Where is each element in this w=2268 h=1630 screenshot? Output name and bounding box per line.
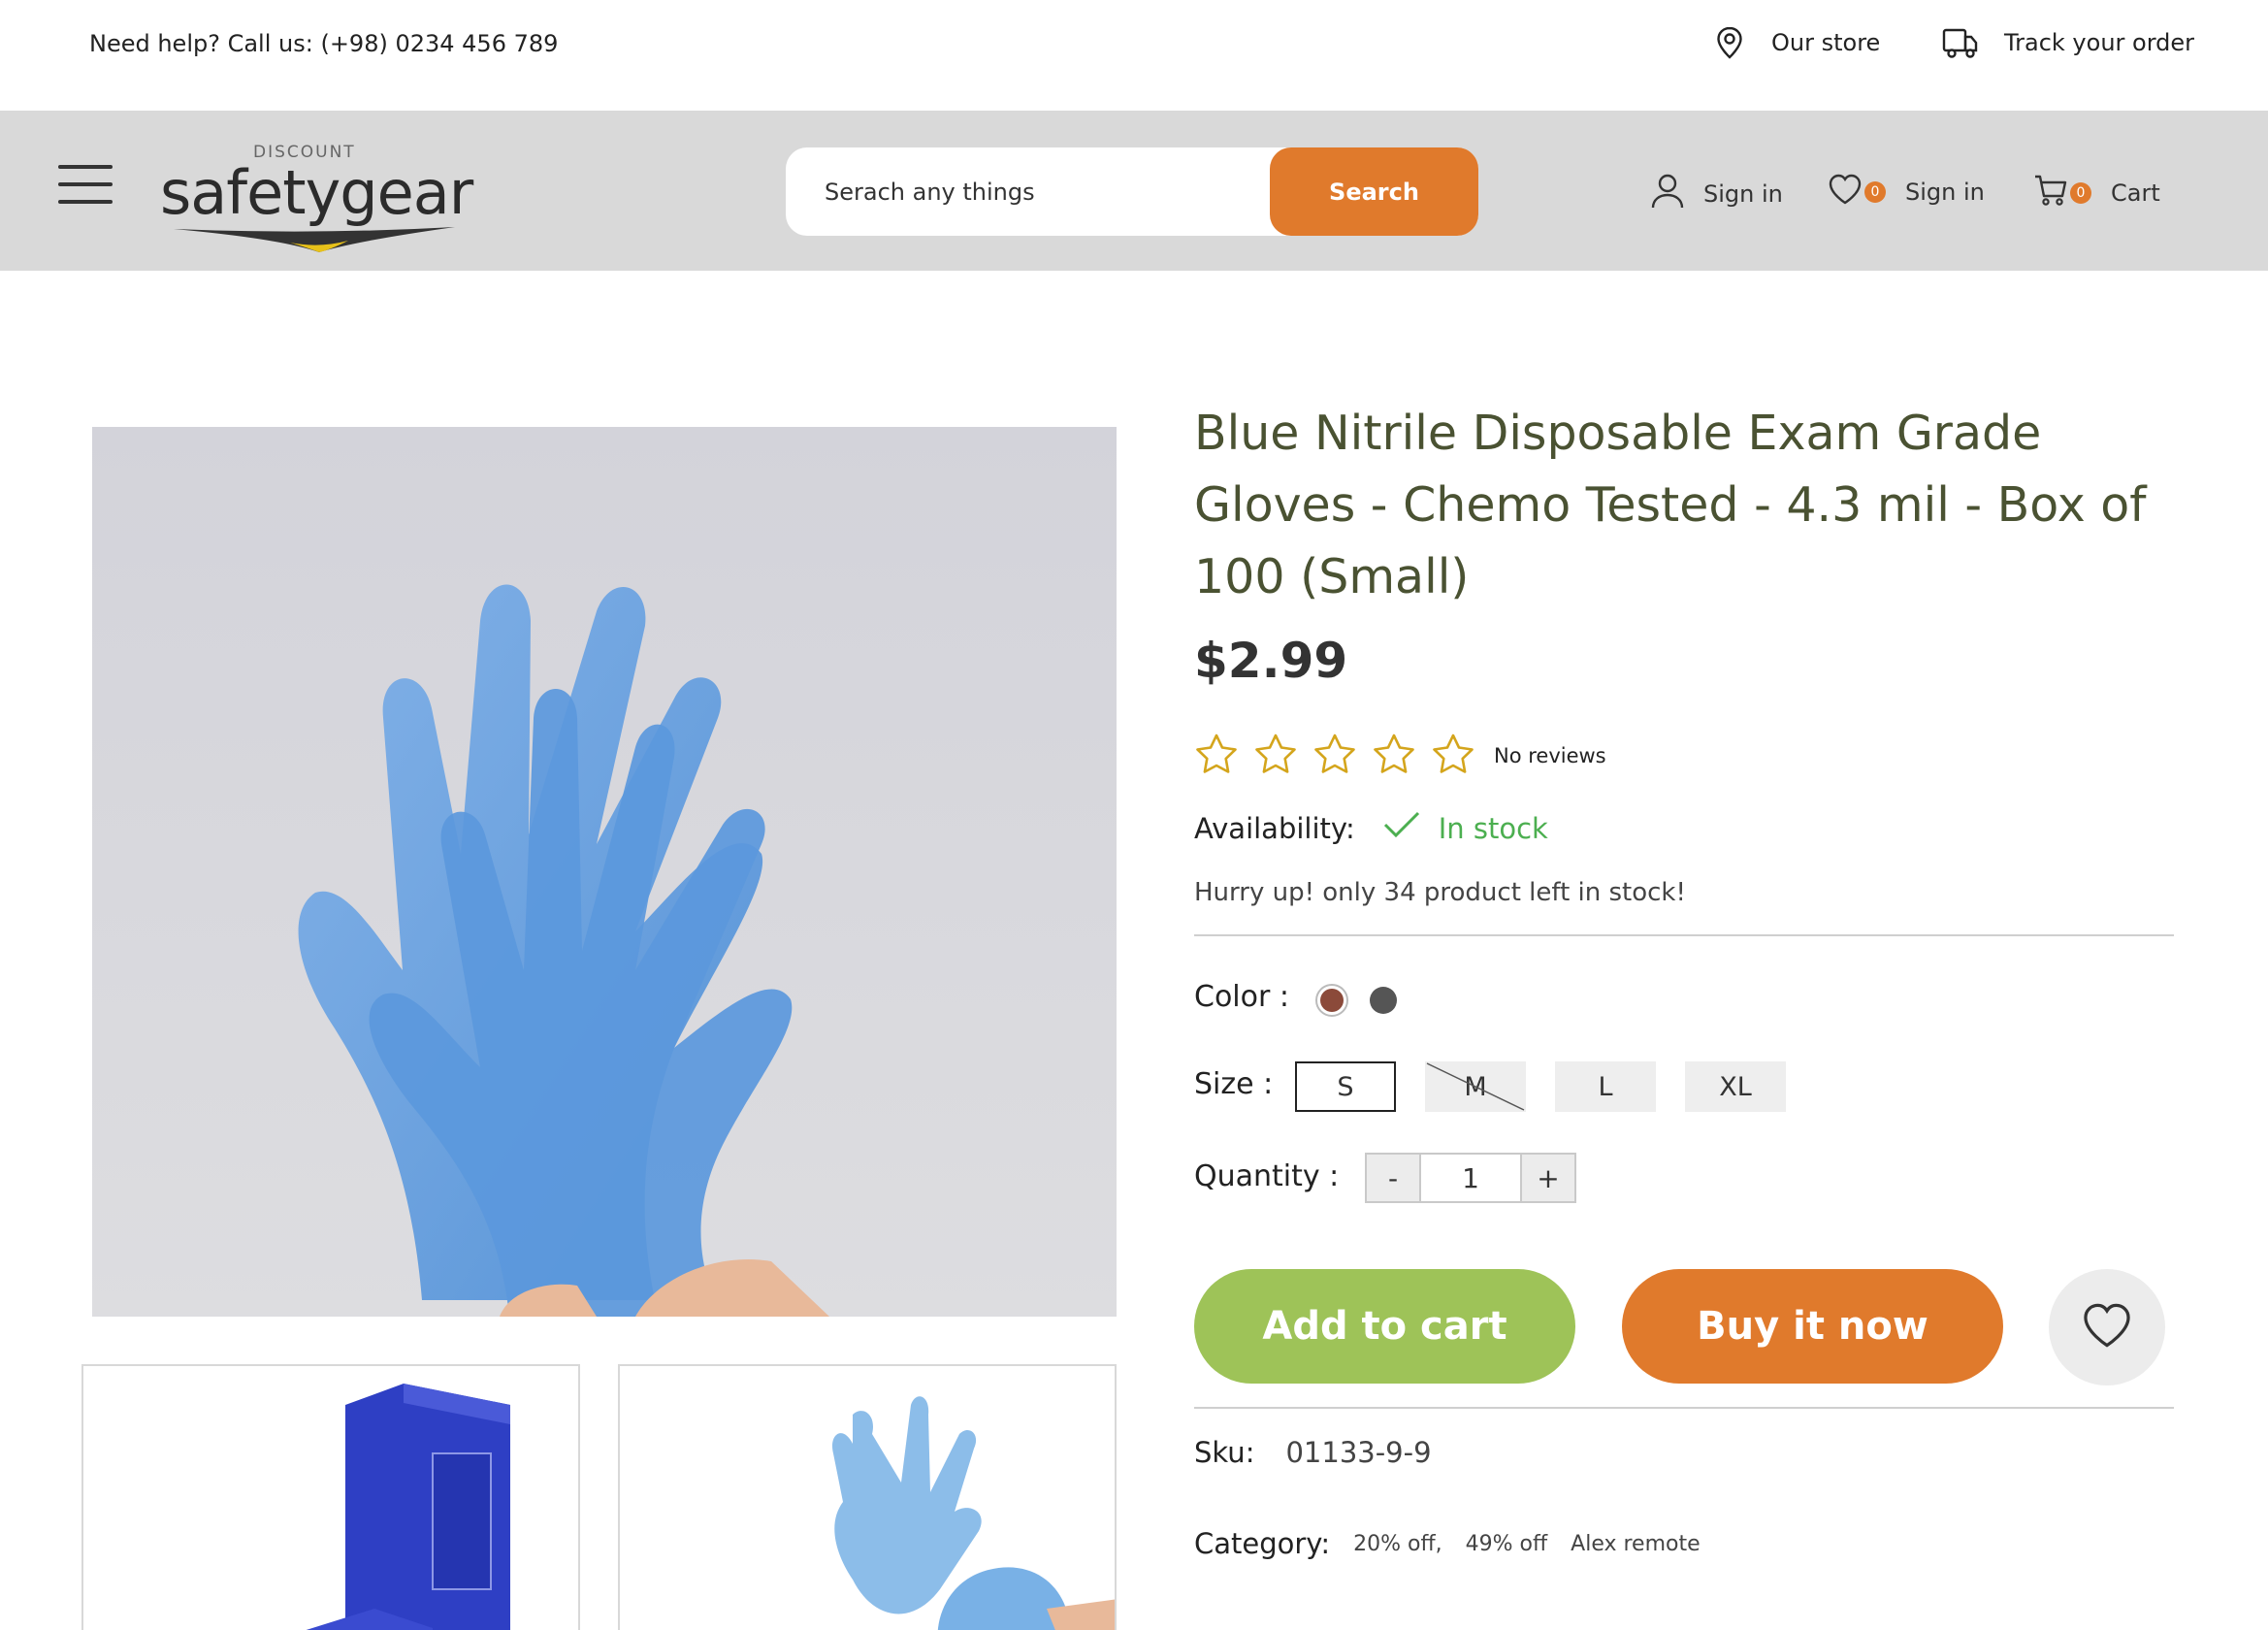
quantity-input[interactable]: 1	[1421, 1153, 1520, 1203]
track-order-label: Track your order	[2004, 29, 2195, 56]
availability-value: In stock	[1438, 811, 1548, 845]
divider	[1194, 934, 2174, 936]
cart-count-badge: 0	[2070, 182, 2091, 204]
star-icon	[1253, 733, 1298, 779]
user-icon	[1651, 173, 1684, 215]
category-link[interactable]: 20% off,	[1353, 1532, 1442, 1556]
sign-in-link[interactable]: Sign in	[1651, 173, 1783, 215]
wishlist-link[interactable]: 0 Sign in	[1828, 173, 1985, 212]
quantity-label: Quantity :	[1194, 1159, 1340, 1193]
logo-wordmark: safetygear	[160, 157, 473, 228]
availability-label: Availability:	[1194, 811, 1355, 845]
color-label: Color :	[1194, 980, 1289, 1014]
color-swatch-gray[interactable]	[1370, 987, 1397, 1014]
category-link[interactable]: 49% off	[1466, 1532, 1548, 1556]
star-icon	[1431, 733, 1475, 779]
track-order-link[interactable]: Track your order	[1942, 25, 2194, 60]
logo-swoosh-icon	[174, 227, 455, 252]
thumbnail-gloves-image[interactable]	[618, 1364, 1117, 1630]
check-icon	[1382, 810, 1421, 846]
category-row: Category: 20% off, 49% off Alex remote	[1194, 1527, 1701, 1560]
heart-icon	[2080, 1301, 2134, 1353]
strike-line-icon	[1426, 1062, 1525, 1111]
size-option-xl[interactable]: XL	[1685, 1061, 1786, 1112]
reviews-count: No reviews	[1494, 744, 1606, 767]
sku-label: Sku:	[1194, 1436, 1255, 1469]
blue-gloves-image	[92, 427, 1117, 1317]
our-store-label: Our store	[1771, 29, 1881, 56]
category-label: Category:	[1194, 1527, 1331, 1560]
quantity-stepper: - 1 +	[1365, 1153, 1576, 1203]
add-to-wishlist-button[interactable]	[2049, 1269, 2165, 1386]
product-title: Blue Nitrile Disposable Exam Grade Glove…	[1194, 406, 2147, 604]
search-bar: Search	[786, 147, 1478, 236]
cart-link[interactable]: 0 Cart	[2033, 173, 2160, 213]
cart-label: Cart	[2111, 179, 2160, 207]
our-store-link[interactable]: Our store	[1713, 25, 1880, 60]
search-button[interactable]: Search	[1270, 147, 1478, 236]
product-info: Blue Nitrile Disposable Exam Grade Glove…	[1194, 398, 2174, 1560]
top-bar: Need help? Call us: (+98) 0234 456 789 O…	[0, 0, 2268, 111]
star-icon	[1372, 733, 1416, 779]
truck-icon	[1942, 25, 1979, 60]
product-price: $2.99	[1194, 633, 1348, 689]
main-header: DISCOUNT safetygear Search Sign in 0 Sig…	[0, 111, 2268, 271]
help-text: Need help? Call us: (+98) 0234 456 789	[89, 30, 559, 57]
size-label: Size :	[1194, 1067, 1274, 1101]
size-option-s[interactable]: S	[1295, 1061, 1396, 1112]
size-option-l[interactable]: L	[1555, 1061, 1656, 1112]
site-logo[interactable]: DISCOUNT safetygear	[160, 128, 473, 254]
sign-in-label: Sign in	[1703, 180, 1783, 208]
quantity-increase-button[interactable]: +	[1520, 1153, 1576, 1203]
buy-now-button[interactable]: Buy it now	[1622, 1269, 2003, 1384]
menu-icon[interactable]	[58, 165, 113, 204]
glove-box-image	[83, 1366, 578, 1630]
main-product-image[interactable]	[92, 427, 1117, 1317]
cart-icon	[2033, 173, 2068, 213]
quantity-decrease-button[interactable]: -	[1365, 1153, 1421, 1203]
availability-row: Availability: In stock	[1194, 810, 1548, 846]
wishlist-label: Sign in	[1905, 179, 1985, 206]
wishlist-count-badge: 0	[1864, 181, 1886, 203]
size-option-m[interactable]: M	[1425, 1061, 1526, 1112]
star-icon	[1194, 733, 1239, 779]
location-pin-icon	[1713, 25, 1746, 60]
rating-row[interactable]: No reviews	[1194, 733, 1606, 779]
add-to-cart-button[interactable]: Add to cart	[1194, 1269, 1575, 1384]
thumbnail-box-image[interactable]	[81, 1364, 580, 1630]
heart-icon	[1828, 173, 1863, 212]
category-link[interactable]: Alex remote	[1571, 1532, 1700, 1556]
star-icon	[1312, 733, 1357, 779]
search-input[interactable]	[825, 147, 1251, 236]
sku-row: Sku: 01133-9-9	[1194, 1436, 1432, 1469]
divider	[1194, 1407, 2174, 1409]
sku-value: 01133-9-9	[1285, 1436, 1432, 1469]
gloves-hands-image	[620, 1366, 1115, 1630]
stock-warning: Hurry up! only 34 product left in stock!	[1194, 878, 1686, 907]
color-swatch-brown[interactable]	[1315, 984, 1348, 1017]
